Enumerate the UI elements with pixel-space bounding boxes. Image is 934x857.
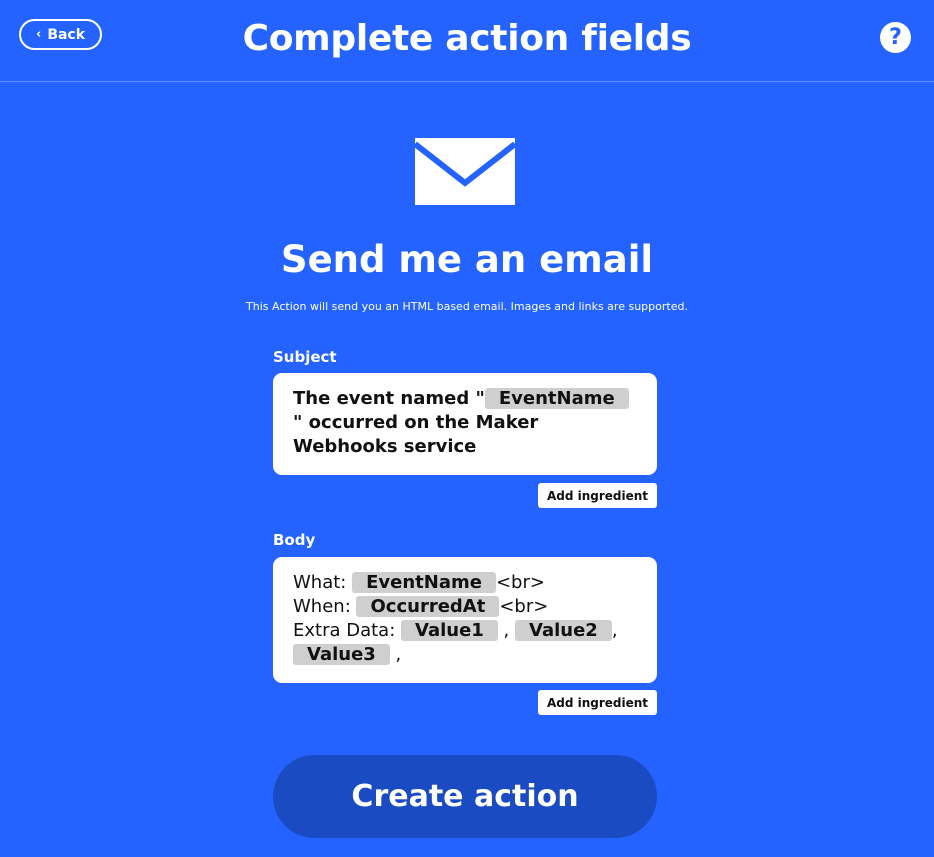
create-action-button[interactable]: Create action [273, 755, 657, 838]
ingredient-chip-eventname[interactable]: EventName [352, 572, 496, 593]
body-line-what: What: EventName <br> [293, 571, 637, 595]
body-when-label: When: [293, 596, 357, 617]
subject-suffix: " [293, 412, 303, 433]
ingredient-chip-value2[interactable]: Value2 [515, 620, 612, 641]
subject-label: Subject [273, 348, 337, 366]
body-what-label: What: [293, 572, 353, 593]
ingredient-chip-value3[interactable]: Value3 [293, 644, 390, 665]
envelope-icon [415, 138, 515, 205]
ingredient-chip-eventname[interactable]: EventName [484, 388, 629, 409]
subject-add-ingredient-button[interactable]: Add ingredient [538, 483, 657, 508]
ingredient-chip-occurredat[interactable]: OccurredAt [356, 596, 500, 617]
body-extra-label: Extra Data: [293, 620, 401, 641]
body-sep: , [503, 620, 510, 641]
body-sep: , [611, 620, 618, 641]
action-title: Send me an email [280, 238, 654, 281]
body-br: <br> [499, 596, 549, 617]
body-label: Body [273, 531, 316, 549]
action-description: This Action will send you an HTML based … [246, 300, 688, 313]
body-add-ingredient-button[interactable]: Add ingredient [538, 690, 657, 715]
subject-field[interactable]: The event named " EventName " occurred on … [273, 373, 657, 475]
top-bar: ‹ Back Complete action fields ? [0, 0, 934, 82]
subject-rest: occurred on the Maker Webhooks service [293, 412, 539, 457]
body-line-value3: Value3 , [293, 643, 637, 667]
body-sep: , [395, 644, 402, 665]
ingredient-chip-value1[interactable]: Value1 [401, 620, 498, 641]
body-line-extra: Extra Data: Value1 , Value2, [293, 619, 637, 643]
body-br: <br> [495, 572, 545, 593]
body-line-when: When: OccurredAt <br> [293, 595, 637, 619]
help-icon[interactable]: ? [880, 22, 911, 53]
page-title: Complete action fields [242, 18, 692, 59]
subject-prefix: The event named " [293, 388, 485, 409]
body-field[interactable]: What: EventName <br> When: OccurredAt <br>… [273, 557, 657, 683]
